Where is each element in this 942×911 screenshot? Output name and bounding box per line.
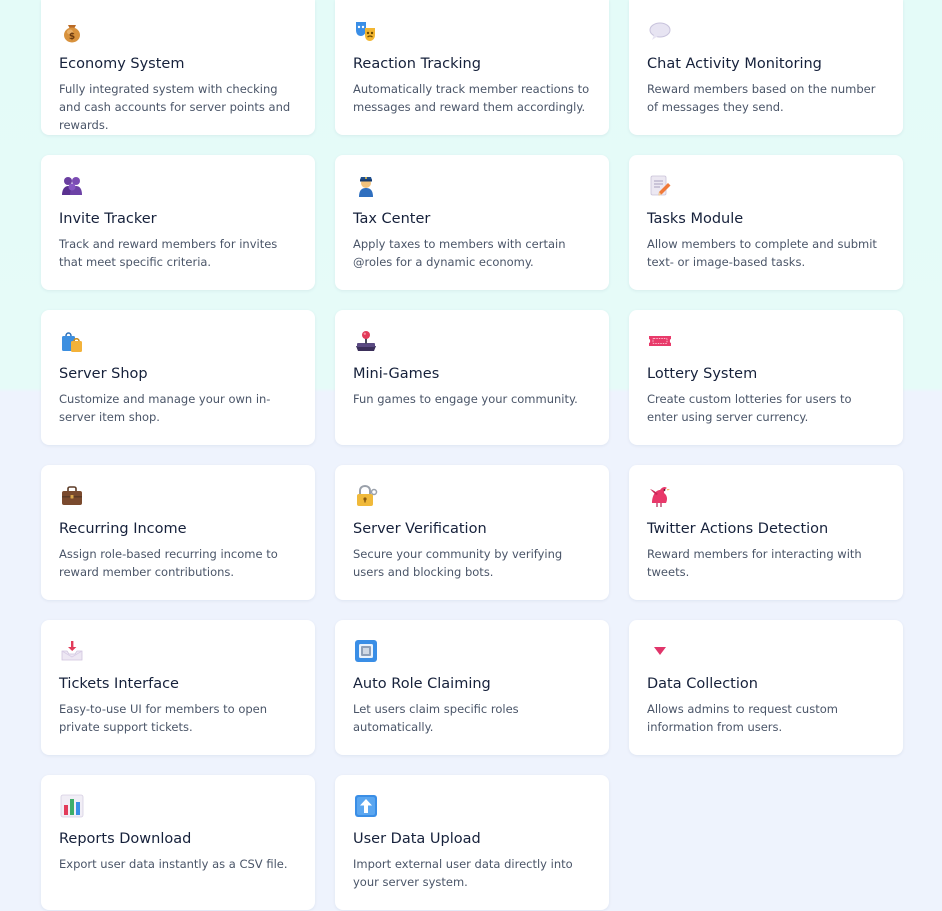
- feature-title: Reports Download: [59, 831, 192, 847]
- feature-description: Reward members for interacting with twee…: [647, 547, 862, 579]
- feature-card-lottery-system[interactable]: Lottery System Create custom lotteries f…: [629, 310, 903, 445]
- feature-title: Tax Center: [353, 211, 431, 227]
- feature-card-server-verification[interactable]: Server Verification Secure your communit…: [335, 465, 609, 600]
- joystick-icon: [353, 328, 379, 354]
- id-card-icon: [353, 638, 379, 664]
- feature-title: User Data Upload: [353, 831, 481, 847]
- feature-description: Assign role-based recurring income to re…: [59, 547, 278, 579]
- up-arrow-button-icon: [353, 793, 379, 819]
- feature-title: Server Shop: [59, 366, 148, 382]
- speech-bubble-icon: [647, 18, 673, 44]
- feature-description: Export user data instantly as a CSV file…: [59, 857, 288, 871]
- feature-description: Fun games to engage your community.: [353, 392, 578, 406]
- feature-description: Track and reward members for invites tha…: [59, 237, 278, 269]
- feature-card-auto-role-claiming[interactable]: Auto Role Claiming Let users claim speci…: [335, 620, 609, 755]
- feature-description: Let users claim specific roles automatic…: [353, 702, 519, 734]
- feature-card-tasks-module[interactable]: Tasks Module Allow members to complete a…: [629, 155, 903, 290]
- feature-card-tickets-interface[interactable]: Tickets Interface Easy-to-use UI for mem…: [41, 620, 315, 755]
- feature-description: Import external user data directly into …: [353, 857, 573, 889]
- feature-description: Customize and manage your own in-server …: [59, 392, 271, 424]
- feature-card-chat-activity-monitoring[interactable]: Chat Activity Monitoring Reward members …: [629, 0, 903, 135]
- feature-card-mini-games[interactable]: Mini-Games Fun games to engage your comm…: [335, 310, 609, 445]
- police-officer-icon: [353, 173, 379, 199]
- feature-description: Secure your community by verifying users…: [353, 547, 563, 579]
- feature-description: Easy-to-use UI for members to open priva…: [59, 702, 268, 734]
- feature-description: Fully integrated system with checking an…: [59, 82, 291, 132]
- feature-title: Twitter Actions Detection: [647, 521, 829, 537]
- feature-title: Server Verification: [353, 521, 487, 537]
- feature-description: Create custom lotteries for users to ent…: [647, 392, 852, 424]
- feature-title: Auto Role Claiming: [353, 676, 491, 692]
- feature-card-recurring-income[interactable]: Recurring Income Assign role-based recur…: [41, 465, 315, 600]
- feature-card-reaction-tracking[interactable]: Reaction Tracking Automatically track me…: [335, 0, 609, 135]
- feature-title: Recurring Income: [59, 521, 187, 537]
- feature-description: Allow members to complete and submit tex…: [647, 237, 877, 269]
- feature-description: Reward members based on the number of me…: [647, 82, 876, 114]
- feature-title: Lottery System: [647, 366, 758, 382]
- feature-title: Chat Activity Monitoring: [647, 56, 822, 72]
- theater-masks-icon: [353, 18, 379, 44]
- feature-title: Tickets Interface: [59, 676, 179, 692]
- feature-title: Tasks Module: [647, 211, 744, 227]
- feature-title: Reaction Tracking: [353, 56, 481, 72]
- lock-key-icon: [353, 483, 379, 509]
- feature-card-reports-download[interactable]: Reports Download Export user data instan…: [41, 775, 315, 910]
- inbox-tray-icon: [59, 638, 85, 664]
- feature-card-data-collection[interactable]: Data Collection Allows admins to request…: [629, 620, 903, 755]
- feature-card-invite-tracker[interactable]: Invite Tracker Track and reward members …: [41, 155, 315, 290]
- feature-description: Automatically track member reactions to …: [353, 82, 590, 114]
- feature-card-user-data-upload[interactable]: User Data Upload Import external user da…: [335, 775, 609, 910]
- feature-description: Apply taxes to members with certain @rol…: [353, 237, 566, 269]
- people-group-icon: [59, 173, 85, 199]
- feature-card-economy-system[interactable]: $ Economy System Fully integrated system…: [41, 0, 315, 135]
- shopping-bags-icon: [59, 328, 85, 354]
- feature-card-twitter-actions-detection[interactable]: Twitter Actions Detection Reward members…: [629, 465, 903, 600]
- feature-title: Mini-Games: [353, 366, 440, 382]
- red-triangle-down-icon: [647, 638, 673, 664]
- feature-card-tax-center[interactable]: Tax Center Apply taxes to members with c…: [335, 155, 609, 290]
- feature-description: Allows admins to request custom informat…: [647, 702, 838, 734]
- ticket-icon: [647, 328, 673, 354]
- bird-icon: [647, 483, 673, 509]
- briefcase-icon: [59, 483, 85, 509]
- svg-text:$: $: [69, 32, 75, 42]
- feature-title: Invite Tracker: [59, 211, 157, 227]
- feature-title: Data Collection: [647, 676, 758, 692]
- feature-title: Economy System: [59, 56, 185, 72]
- features-grid: $ Economy System Fully integrated system…: [41, 0, 903, 910]
- memo-pencil-icon: [647, 173, 673, 199]
- feature-card-server-shop[interactable]: Server Shop Customize and manage your ow…: [41, 310, 315, 445]
- money-bag-icon: $: [59, 18, 85, 44]
- bar-chart-icon: [59, 793, 85, 819]
